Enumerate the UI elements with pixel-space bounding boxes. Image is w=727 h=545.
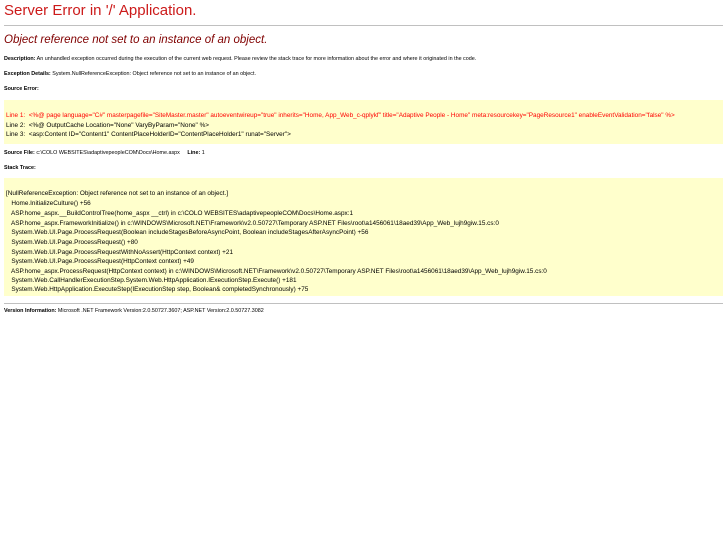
source-line-2: Line 2: <%@ OutputCache Location="None" …: [6, 122, 210, 129]
stack-line: ASP.home_aspx.ProcessRequest(HttpContext…: [6, 268, 547, 275]
source-error-heading: Source Error:: [4, 86, 39, 92]
source-file-row: Source File: c:\COLO WEBSITES\adaptivepe…: [4, 150, 205, 156]
stack-trace-box: [NullReferenceException: Object referenc…: [4, 178, 723, 296]
version-label: Version Information:: [4, 308, 57, 314]
stack-line: System.Web.HttpApplication.ExecuteStep(I…: [6, 286, 309, 293]
page-title: Server Error in '/' Application.: [4, 2, 197, 19]
source-file-path: c:\COLO WEBSITES\adaptivepeopleCOM\Docs\…: [36, 150, 180, 156]
title-divider: [4, 25, 723, 26]
version-text: Microsoft .NET Framework Version:2.0.507…: [57, 308, 264, 314]
source-error-box: Line 1: <%@ page language="C#" masterpag…: [4, 100, 723, 144]
source-file-label: Source File:: [4, 150, 35, 156]
source-error-label: Source Error:: [4, 86, 39, 92]
stack-line: ASP.home_aspx.__BuildControlTree(home_as…: [6, 210, 354, 217]
source-line-3: Line 3: <asp:Content ID="Content1" Conte…: [6, 131, 291, 138]
stack-line: [NullReferenceException: Object referenc…: [6, 190, 229, 197]
error-page: Server Error in '/' Application. Object …: [0, 0, 727, 545]
stack-trace-label: Stack Trace:: [4, 165, 36, 171]
stack-line: System.Web.UI.Page.ProcessRequest() +80: [6, 239, 138, 246]
stack-line: Home.InitializeCulture() +56: [6, 200, 91, 207]
stack-line: System.Web.CallHandlerExecutionStep.Syst…: [6, 277, 297, 284]
footer-divider: [4, 303, 723, 304]
version-row: Version Information: Microsoft .NET Fram…: [4, 308, 264, 314]
description-text: An unhandled exception occurred during t…: [36, 56, 477, 62]
error-message: Object reference not set to an instance …: [4, 34, 268, 46]
description-row: Description: An unhandled exception occu…: [4, 56, 476, 62]
exception-details-text: System.NullReferenceException: Object re…: [52, 71, 256, 77]
stack-line: System.Web.UI.Page.ProcessRequest(Boolea…: [6, 229, 369, 236]
source-line-label: Line:: [187, 150, 201, 156]
exception-details-label: Exception Details:: [4, 71, 51, 77]
stack-line: ASP.home_aspx.FrameworkInitialize() in c…: [6, 220, 499, 227]
stack-line: System.Web.UI.Page.ProcessRequest(HttpCo…: [6, 258, 194, 265]
stack-line: System.Web.UI.Page.ProcessRequestWithNoA…: [6, 249, 234, 256]
stack-trace-heading: Stack Trace:: [4, 165, 36, 171]
source-line-value: 1: [201, 150, 205, 156]
description-label: Description:: [4, 56, 36, 62]
source-line-1: Line 1: <%@ page language="C#" masterpag…: [6, 112, 675, 119]
exception-details-row: Exception Details: System.NullReferenceE…: [4, 71, 256, 77]
